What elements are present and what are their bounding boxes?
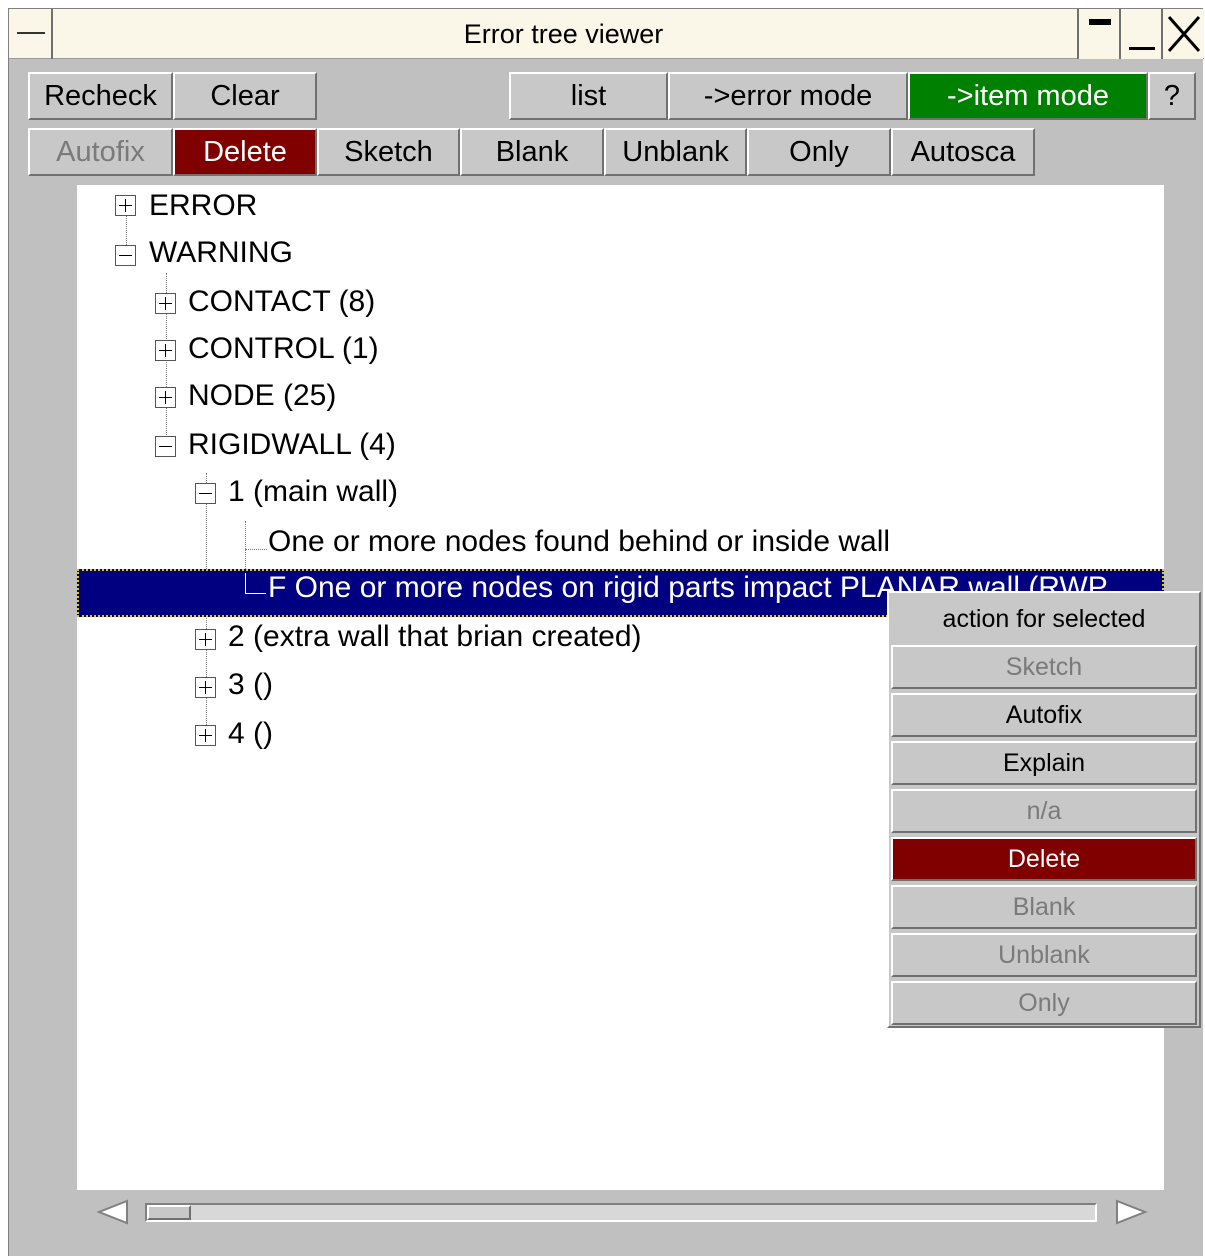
title-bar: Error tree viewer [9, 9, 1204, 59]
context-autofix[interactable]: Autofix [891, 693, 1197, 737]
tree-connector [245, 521, 246, 569]
window-title: Error tree viewer [463, 19, 664, 49]
autoscale-button[interactable]: Autosca [891, 128, 1035, 176]
delete-button[interactable]: Delete [173, 128, 317, 176]
context-explain[interactable]: Explain [891, 741, 1197, 785]
horizontal-scrollbar[interactable] [145, 1203, 1097, 1222]
collapse-icon[interactable] [195, 483, 216, 504]
tree-node-node[interactable]: NODE (25) [188, 378, 336, 414]
context-blank[interactable]: Blank [891, 885, 1197, 929]
unblank-button[interactable]: Unblank [604, 128, 747, 176]
minimize-icon [1089, 19, 1111, 25]
collapse-icon[interactable] [155, 436, 176, 457]
tree-node-contact[interactable]: CONTACT (8) [188, 284, 375, 320]
tree-connector [245, 573, 266, 594]
expand-icon[interactable] [195, 629, 216, 650]
scroll-right-icon[interactable] [1113, 1197, 1149, 1227]
error-tree-viewer-window: Error tree viewer Recheck Clear list ->e… [8, 8, 1204, 1256]
recheck-button[interactable]: Recheck [28, 72, 173, 120]
context-sketch[interactable]: Sketch [891, 645, 1197, 689]
context-unblank[interactable]: Unblank [891, 933, 1197, 977]
tree-node-wall-3[interactable]: 3 () [228, 667, 273, 703]
tree-node-control[interactable]: CONTROL (1) [188, 331, 379, 367]
close-button[interactable] [1161, 9, 1203, 59]
maximize-button[interactable] [1119, 9, 1161, 59]
clear-button[interactable]: Clear [173, 72, 317, 120]
tree-leaf-message[interactable]: One or more nodes found behind or inside… [268, 524, 890, 560]
tree-node-rigidwall[interactable]: RIGIDWALL (4) [188, 427, 396, 463]
system-menu-icon [17, 32, 45, 34]
system-menu-button[interactable] [9, 9, 53, 59]
expand-icon[interactable] [195, 677, 216, 698]
tree-node-wall-1[interactable]: 1 (main wall) [228, 474, 398, 510]
expand-icon[interactable] [115, 195, 136, 216]
scrollbar-thumb[interactable] [147, 1205, 191, 1220]
only-button[interactable]: Only [747, 128, 891, 176]
blank-button[interactable]: Blank [460, 128, 604, 176]
maximize-icon [1129, 47, 1155, 50]
expand-icon[interactable] [195, 725, 216, 746]
autofix-button[interactable]: Autofix [28, 128, 173, 176]
expand-icon[interactable] [155, 340, 176, 361]
error-mode-button[interactable]: ->error mode [668, 72, 908, 120]
item-mode-button[interactable]: ->item mode [908, 72, 1148, 120]
minimize-button[interactable] [1077, 9, 1119, 59]
context-na[interactable]: n/a [891, 789, 1197, 833]
tree-connector [245, 549, 267, 550]
tree-node-warning[interactable]: WARNING [149, 235, 293, 271]
sketch-button[interactable]: Sketch [317, 128, 460, 176]
expand-icon[interactable] [155, 293, 176, 314]
expand-icon[interactable] [155, 387, 176, 408]
help-button[interactable]: ? [1148, 72, 1196, 120]
context-menu-title: action for selected [942, 605, 1146, 633]
context-menu: action for selected Sketch Autofix Expla… [887, 591, 1201, 1028]
context-delete[interactable]: Delete [891, 837, 1197, 881]
tree-node-wall-4[interactable]: 4 () [228, 716, 273, 752]
scroll-left-icon[interactable] [95, 1197, 131, 1227]
collapse-icon[interactable] [115, 245, 136, 266]
tree-node-error[interactable]: ERROR [149, 188, 257, 224]
list-button[interactable]: list [509, 72, 668, 120]
close-icon [1167, 16, 1201, 52]
context-only[interactable]: Only [891, 981, 1197, 1025]
tree-node-wall-2[interactable]: 2 (extra wall that brian created) [228, 619, 642, 655]
